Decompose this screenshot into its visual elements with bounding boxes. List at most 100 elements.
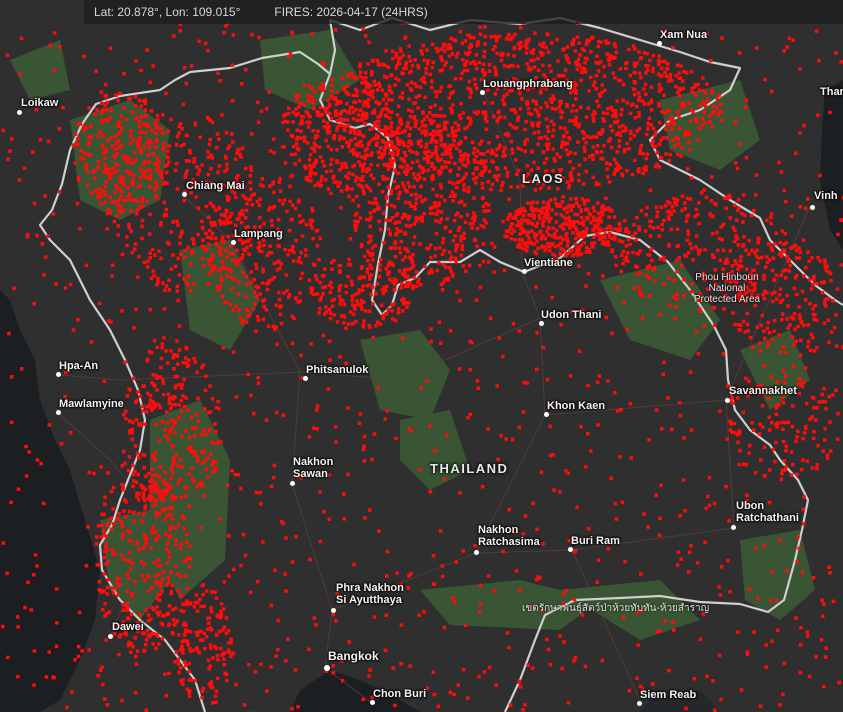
fire-dot: [619, 269, 623, 274]
fire-dot: [425, 379, 429, 383]
fire-dot: [408, 224, 412, 228]
fire-dot: [541, 63, 545, 67]
fire-dot: [494, 153, 499, 158]
fire-dot: [82, 124, 87, 129]
fire-dot: [595, 99, 599, 104]
fire-dot: [96, 165, 101, 169]
fire-dot: [492, 245, 497, 249]
fire-dot: [398, 95, 402, 99]
fire-dot: [345, 84, 349, 88]
fire-dot: [258, 292, 262, 296]
fire-dot: [111, 507, 115, 511]
fire-dot: [12, 286, 16, 291]
fire-dot: [161, 614, 165, 618]
fire-dot: [512, 108, 517, 112]
fire-dot: [773, 290, 777, 295]
fire-dot: [612, 215, 617, 219]
fire-dot: [194, 412, 199, 417]
fire-dot: [221, 220, 226, 224]
fire-map[interactable]: Lat: 20.878°, Lon: 109.015° FIRES: 2026-…: [0, 0, 843, 712]
fire-dot: [465, 157, 470, 161]
fire-dot: [354, 93, 358, 98]
fire-dot: [6, 655, 10, 660]
fire-dot: [107, 610, 112, 614]
fire-dot: [765, 260, 770, 265]
fire-dot: [139, 166, 143, 171]
fire-dot: [436, 209, 440, 213]
fire-dot: [823, 304, 828, 308]
fire-dot: [707, 114, 712, 118]
fire-dot: [783, 350, 788, 355]
fire-dot: [522, 380, 526, 385]
fire-dot: [126, 601, 130, 606]
fire-dot: [632, 133, 637, 138]
fire-dot: [544, 142, 549, 147]
fire-dot: [285, 209, 289, 214]
fire-dot: [481, 259, 486, 264]
fire-dot: [428, 211, 433, 215]
fire-dot: [112, 219, 117, 224]
fire-dot: [208, 643, 213, 647]
fire-dot: [282, 198, 287, 202]
fire-dot: [400, 130, 405, 134]
fire-dot: [217, 137, 221, 141]
fire-dot: [575, 67, 580, 72]
fire-dot: [159, 356, 164, 361]
fire-dot: [103, 167, 108, 172]
fire-dot: [630, 172, 635, 177]
fire-dot: [534, 102, 539, 106]
fire-dot: [220, 260, 225, 264]
fire-dot: [224, 300, 229, 304]
fire-dot: [608, 224, 612, 229]
fire-dot: [797, 305, 801, 309]
fire-dot: [733, 322, 737, 327]
fire-dot: [473, 82, 478, 87]
fire-dot: [657, 142, 662, 146]
fire-dot: [151, 64, 155, 68]
fire-dot: [353, 228, 358, 232]
fire-dot: [695, 138, 700, 142]
fire-dot: [157, 511, 162, 516]
fire-dot: [299, 129, 303, 133]
fire-dot: [161, 131, 165, 135]
fire-dot: [370, 246, 375, 250]
fire-dot: [299, 250, 303, 255]
fire-dot: [129, 134, 133, 138]
fire-dot: [483, 42, 487, 46]
fire-dot: [620, 172, 624, 176]
fire-dot: [414, 192, 418, 197]
fire-dot: [518, 91, 522, 96]
fire-dot: [561, 133, 566, 138]
fire-dot: [206, 172, 210, 177]
fire-dot: [775, 380, 779, 385]
fire-dot: [149, 109, 154, 113]
fire-dot: [671, 45, 675, 50]
fire-dot: [128, 419, 132, 423]
fire-dot: [655, 630, 660, 634]
fire-dot: [461, 667, 466, 672]
fire-dot: [149, 276, 154, 281]
fire-dot: [153, 530, 158, 534]
fire-dot: [525, 46, 529, 51]
fire-dot: [429, 85, 434, 90]
fire-dot: [209, 153, 213, 158]
fire-dot: [184, 485, 189, 489]
fire-dot: [125, 394, 130, 398]
fire-dot: [129, 229, 134, 234]
fire-dot: [487, 141, 491, 145]
fire-dot: [454, 256, 458, 260]
fire-dot: [367, 200, 372, 205]
fire-dot: [811, 307, 815, 311]
fire-dot: [675, 227, 680, 231]
fire-dot: [335, 90, 340, 94]
fire-dot: [653, 133, 657, 138]
map-canvas[interactable]: [0, 0, 843, 712]
fire-dot: [459, 215, 463, 219]
fire-dot: [798, 353, 803, 357]
fire-dot: [575, 250, 579, 255]
fire-dot: [173, 526, 177, 530]
fire-dot: [73, 132, 78, 136]
fire-dot: [44, 675, 49, 679]
fire-dot: [157, 249, 161, 253]
fire-dot: [513, 238, 517, 242]
